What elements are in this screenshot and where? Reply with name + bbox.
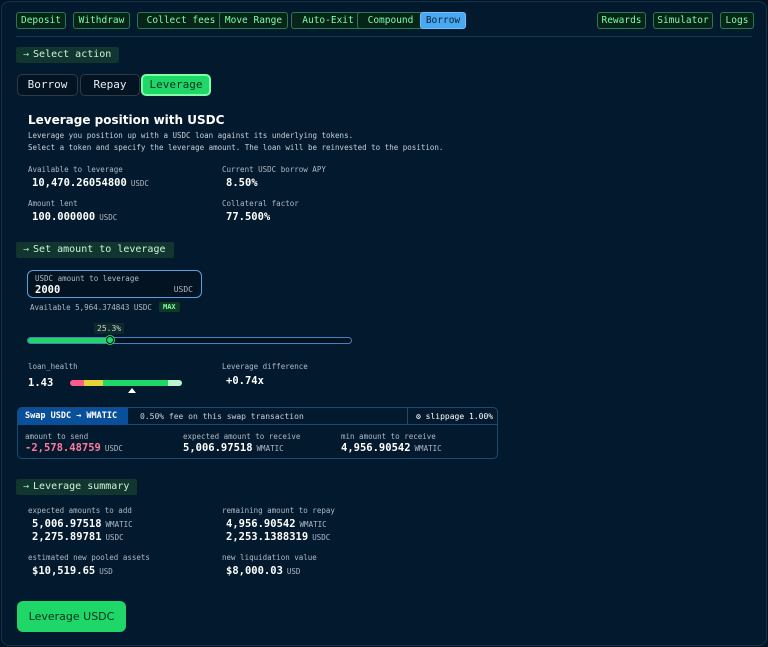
pooled-label: estimated new pooled assets [28,553,150,562]
top-nav: Deposit Withdraw Collect fees Move Range… [16,12,754,29]
nav-borrow-button[interactable]: Borrow [420,12,466,29]
health-marker-icon [128,388,136,393]
input-label: USDC amount to leverage [35,274,139,283]
repay-2-value: 2,253.1388319 USDC [226,531,331,543]
app-frame: Deposit Withdraw Collect fees Move Range… [1,1,767,646]
tab-leverage[interactable]: Leverage [141,74,211,96]
nav-divider [16,36,752,37]
loan-health-value: 1.43 [28,377,54,389]
description-line-2: Select a token and specify the leverage … [28,143,444,152]
page-title: Leverage position with USDC [28,113,225,127]
min-label: min amount to receive [341,432,436,441]
select-action-heading: → Select action [16,47,119,63]
lent-label: Amount lent [28,199,78,208]
available-value: 10,470.26054800 USDC [32,177,149,189]
usdc-amount-input[interactable]: USDC amount to leverage 2000 USDC [27,270,202,298]
set-amount-heading: → Set amount to leverage [16,242,174,258]
expected-value: 5,006.97518 WMATIC [183,442,284,454]
available-label: Available to leverage [28,165,123,174]
swap-panel: Swap USDC → WMATIC 0.50% fee on this swa… [17,407,498,459]
slider-percent: 25.3% [94,323,125,334]
nav-move-range-button[interactable]: Move Range [219,12,288,29]
lent-value: 100.000000 USDC [32,211,118,223]
slider-fill [28,338,110,343]
expected-label: expected amount to receive [183,432,301,441]
liquidation-value: $8,000.03 USD [226,565,301,577]
max-button[interactable]: MAX [159,302,180,312]
tab-repay[interactable]: Repay [80,74,140,96]
nav-compound-button[interactable]: Compound [357,12,424,29]
nav-simulator-button[interactable]: Simulator [653,12,713,29]
leverage-diff-label: Leverage difference [222,362,308,371]
input-value[interactable]: 2000 [35,284,60,296]
nav-logs-button[interactable]: Logs [720,12,754,29]
available-balance: Available 5,964.374843 USDC [30,303,152,312]
nav-rewards-button[interactable]: Rewards [597,12,646,29]
collateral-label: Collateral factor [222,199,299,208]
add-label: expected amounts to add [28,506,132,515]
arrow-right-icon: → [23,481,30,492]
gear-icon: ⚙ [416,412,421,421]
pooled-value: $10,519.65 USD [32,565,113,577]
apy-value: 8.50% [226,177,258,189]
arrow-right-icon: → [23,49,30,60]
nav-auto-exit-button[interactable]: Auto-Exit [291,12,365,29]
repay-1-value: 4,956.90542 WMATIC [226,518,327,530]
liquidation-label: new liquidation value [222,553,317,562]
loan-health-label: loan_health [28,362,78,371]
arrow-right-icon: → [23,244,30,255]
repay-label: remaining amount to repay [222,506,335,515]
summary-heading: → Leverage summary [16,479,137,495]
send-label: amount to send [25,432,89,441]
leverage-diff-value: +0.74x [226,375,264,387]
nav-collect-fees-button[interactable]: Collect fees [137,12,225,29]
nav-withdraw-button[interactable]: Withdraw [73,12,130,29]
description-line-1: Leverage you position up with a USDC loa… [28,131,354,140]
slippage-button[interactable]: ⚙ slippage 1.00% [407,408,497,425]
slider-handle[interactable] [105,336,114,344]
loan-health-bar [70,380,182,386]
min-value: 4,956.90542 WMATIC [341,442,442,454]
leverage-slider[interactable] [27,337,352,344]
add-2-value: 2,275.89781 USDC [32,531,124,543]
leverage-usdc-button[interactable]: Leverage USDC [17,601,126,632]
nav-deposit-button[interactable]: Deposit [16,12,66,29]
tab-borrow[interactable]: Borrow [17,74,78,96]
swap-fee: 0.50% fee on this swap transaction [140,412,304,421]
swap-title: Swap USDC → WMATIC [18,408,128,425]
input-unit: USDC [173,285,193,294]
apy-label: Current USDC borrow APY [222,165,326,174]
send-value: -2,578.48759 USDC [25,442,123,454]
collateral-value: 77.500% [226,211,271,223]
add-1-value: 5,006.97518 WMATIC [32,518,133,530]
